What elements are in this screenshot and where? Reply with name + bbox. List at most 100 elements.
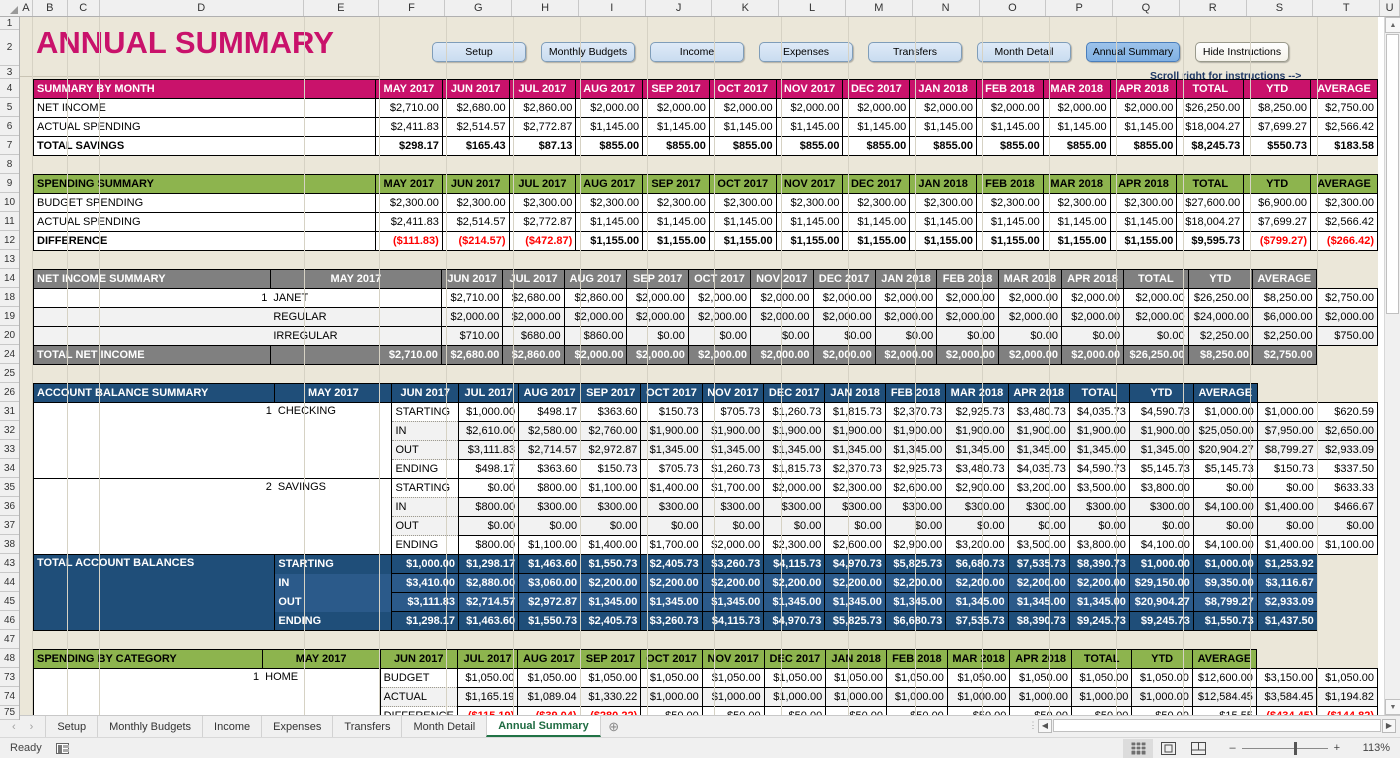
cell-acct-1-1-N[interactable]: $300.00 (946, 498, 1008, 517)
cell-netincome-0-R[interactable]: $26,250.00 (1188, 289, 1252, 308)
cell-cat-0-0-M[interactable]: $1,050.00 (887, 669, 948, 688)
sheet-tab-annual-summary[interactable]: Annual Summary (486, 716, 600, 737)
cell-cat-0-0-T[interactable]: $1,050.00 (1317, 669, 1378, 688)
row-header-45[interactable]: 45 (0, 592, 19, 611)
cell-acct-1-2-G[interactable]: $0.00 (519, 517, 581, 536)
cell-acct-1-2-T[interactable]: $0.00 (1317, 517, 1377, 536)
cell-summary-2-I[interactable]: $855.00 (576, 137, 643, 156)
cell-summary-2-J[interactable]: $855.00 (643, 137, 710, 156)
column-header-T[interactable]: T (1313, 0, 1380, 16)
cell-acct-0-2-K[interactable]: $1,345.00 (764, 441, 825, 460)
cell-accttotal-1-P[interactable]: $2,200.00 (1008, 574, 1069, 593)
cell-summary-0-Q[interactable]: $2,000.00 (1110, 99, 1177, 118)
cell-summary-2-L[interactable]: $855.00 (776, 137, 843, 156)
column-header-M[interactable]: M (846, 0, 913, 16)
cell-netincome-0-J[interactable]: $2,000.00 (688, 289, 750, 308)
column-header-A[interactable]: A (20, 0, 33, 16)
cell-summary-2-R[interactable]: $8,245.73 (1177, 137, 1244, 156)
row-header-10[interactable]: 10 (0, 193, 19, 212)
row-header-2[interactable]: 2 (0, 30, 19, 66)
cell-acct-0-2-J[interactable]: $1,345.00 (702, 441, 764, 460)
column-header-C[interactable]: C (68, 0, 100, 16)
cell-cat-0-0-H[interactable]: $1,050.00 (580, 669, 641, 688)
sheet-tab-monthly-budgets[interactable]: Monthly Budgets (97, 716, 202, 737)
cell-spending-1-F[interactable]: $2,411.83 (376, 213, 443, 232)
cell-spending-1-K[interactable]: $1,145.00 (709, 213, 776, 232)
cell-summary-2-T[interactable]: $183.58 (1311, 137, 1378, 156)
cell-summary-0-T[interactable]: $2,750.00 (1311, 99, 1378, 118)
cell-cat-0-1-F[interactable]: $1,165.19 (457, 688, 517, 707)
cell-netincome-1-M[interactable]: $2,000.00 (875, 308, 937, 327)
cell-netincome-1-S[interactable]: $6,000.00 (1252, 308, 1316, 327)
cell-acct-0-2-H[interactable]: $2,972.87 (581, 441, 641, 460)
cell-netincome-1-I[interactable]: $2,000.00 (627, 308, 688, 327)
cell-accttotal-0-G[interactable]: $1,298.17 (459, 555, 519, 574)
nav-button-expenses[interactable]: Expenses (759, 42, 853, 62)
horizontal-scrollbar[interactable]: ⋮ ◀ ▶ (1028, 718, 1396, 733)
cell-acct-1-3-N[interactable]: $3,200.00 (946, 536, 1008, 555)
cell-netincome-1-R[interactable]: $24,000.00 (1188, 308, 1252, 327)
cell-summary-0-S[interactable]: $8,250.00 (1244, 99, 1311, 118)
cell-cat-0-2-I[interactable]: $50.00 (641, 707, 703, 716)
cell-cat-0-2-H[interactable]: ($280.22) (580, 707, 641, 716)
cell-cat-0-2-R[interactable]: $15.55 (1192, 707, 1256, 716)
cell-netincome-0-L[interactable]: $2,000.00 (813, 289, 875, 308)
cell-cat-0-1-H[interactable]: $1,330.22 (580, 688, 641, 707)
cell-spending-2-L[interactable]: $1,155.00 (776, 232, 843, 251)
normal-view-button[interactable] (1123, 739, 1153, 758)
cell-spending-2-R[interactable]: $9,595.73 (1177, 232, 1244, 251)
cell-acct-0-0-R[interactable]: $1,000.00 (1193, 403, 1257, 422)
cell-acct-0-2-P[interactable]: $1,345.00 (1069, 441, 1129, 460)
cell-accttotal-2-L[interactable]: $1,345.00 (764, 593, 825, 612)
cell-cat-0-0-P[interactable]: $1,050.00 (1071, 669, 1131, 688)
row-header-11[interactable]: 11 (0, 212, 19, 231)
cell-netincome-total-S[interactable]: $8,250.00 (1188, 346, 1252, 365)
cell-cat-0-2-G[interactable]: ($39.04) (518, 707, 580, 716)
cell-summary-0-F[interactable]: $2,710.00 (376, 99, 443, 118)
cell-cat-0-1-T[interactable]: $1,194.82 (1317, 688, 1378, 707)
scroll-right-button[interactable]: ▶ (1382, 719, 1396, 733)
cell-accttotal-1-O[interactable]: $2,200.00 (946, 574, 1008, 593)
cell-acct-1-0-T[interactable]: $633.33 (1317, 479, 1377, 498)
row-header-19[interactable]: 19 (0, 307, 19, 326)
page-layout-view-button[interactable] (1153, 739, 1183, 758)
cell-accttotal-3-O[interactable]: $7,535.73 (946, 612, 1008, 631)
cell-acct-1-1-R[interactable]: $4,100.00 (1193, 498, 1257, 517)
cell-summary-0-I[interactable]: $2,000.00 (576, 99, 643, 118)
sheet-tab-setup[interactable]: Setup (45, 716, 97, 737)
cell-summary-2-G[interactable]: $165.43 (442, 137, 509, 156)
cell-acct-0-2-L[interactable]: $1,345.00 (825, 441, 885, 460)
row-header-73[interactable]: 73 (0, 668, 19, 687)
cell-spending-1-P[interactable]: $1,145.00 (1043, 213, 1110, 232)
cell-accttotal-1-M[interactable]: $2,200.00 (825, 574, 885, 593)
vertical-scrollbar[interactable]: ▲ ▼ (1384, 17, 1400, 715)
cell-acct-1-0-J[interactable]: $1,700.00 (702, 479, 764, 498)
row-header-43[interactable]: 43 (0, 554, 19, 573)
cell-spending-0-K[interactable]: $2,300.00 (709, 194, 776, 213)
cell-netincome-total-J[interactable]: $2,000.00 (627, 346, 688, 365)
cell-summary-1-S[interactable]: $7,699.27 (1244, 118, 1311, 137)
cell-spending-2-J[interactable]: $1,155.00 (643, 232, 710, 251)
cell-accttotal-3-J[interactable]: $3,260.73 (641, 612, 702, 631)
cell-acct-1-0-N[interactable]: $2,900.00 (946, 479, 1008, 498)
cell-netincome-0-Q[interactable]: $2,000.00 (1124, 289, 1188, 308)
cell-summary-0-N[interactable]: $2,000.00 (910, 99, 977, 118)
cell-summary-2-N[interactable]: $855.00 (910, 137, 977, 156)
cell-acct-1-1-K[interactable]: $300.00 (764, 498, 825, 517)
cell-netincome-1-T[interactable]: $2,000.00 (1316, 308, 1377, 327)
row-header-26[interactable]: 26 (0, 383, 19, 402)
cell-spending-2-O[interactable]: $1,155.00 (977, 232, 1044, 251)
cell-acct-0-3-I[interactable]: $705.73 (641, 460, 702, 479)
row-header-25[interactable]: 25 (0, 364, 19, 383)
cell-cat-0-1-K[interactable]: $1,000.00 (764, 688, 826, 707)
cell-netincome-0-N[interactable]: $2,000.00 (937, 289, 999, 308)
cell-netincome-2-I[interactable]: $0.00 (627, 327, 688, 346)
column-header-B[interactable]: B (33, 0, 68, 16)
cell-cat-0-2-P[interactable]: $50.00 (1071, 707, 1131, 716)
column-header-P[interactable]: P (1046, 0, 1113, 16)
cell-spending-1-R[interactable]: $18,004.27 (1177, 213, 1244, 232)
cell-cat-0-1-J[interactable]: $1,000.00 (702, 688, 764, 707)
cell-netincome-1-H[interactable]: $2,000.00 (564, 308, 627, 327)
cell-cat-0-0-K[interactable]: $1,050.00 (764, 669, 826, 688)
cell-acct-1-3-K[interactable]: $2,300.00 (764, 536, 825, 555)
